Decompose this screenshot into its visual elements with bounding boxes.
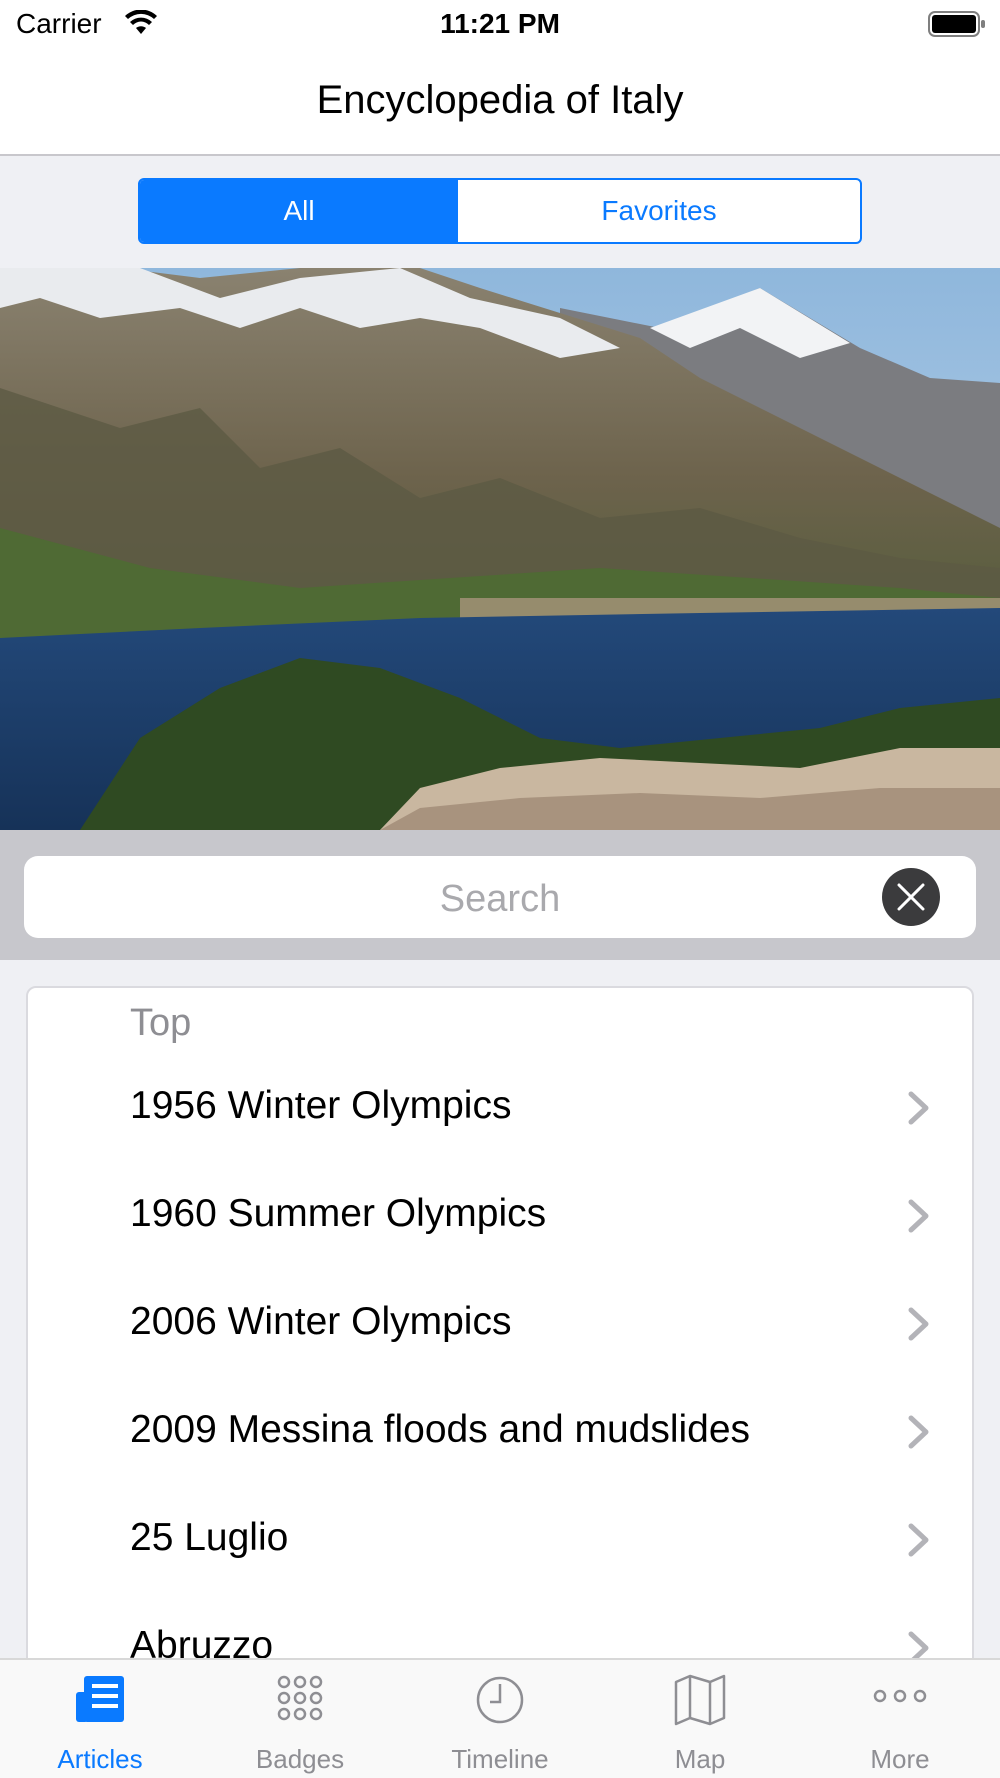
list-item-label: 1956 Winter Olympics [130,1084,512,1127]
battery-icon [928,11,985,37]
segment-all[interactable]: All [140,180,458,242]
page-title: Encyclopedia of Italy [316,78,684,122]
status-bar: Carrier 11:21 PM [0,0,1000,50]
filter-segmented-control[interactable]: All Favorites [138,178,862,244]
tab-map[interactable]: Map [600,1660,800,1778]
newspaper-icon [76,1676,124,1722]
tab-timeline[interactable]: Timeline [400,1660,600,1778]
section-header: Top [130,1002,192,1044]
list-item[interactable]: 2006 Winter Olympics [28,1270,972,1378]
list-background: Top 1956 Winter Olympics 1960 Summer Oly… [0,960,1000,1686]
segment-favorites[interactable]: Favorites [458,180,860,242]
clock-icon [476,1676,524,1724]
list-item-label: 1960 Summer Olympics [130,1192,547,1235]
list-item[interactable]: 1960 Summer Olympics [28,1162,972,1270]
list-item-label: 25 Luglio [130,1516,289,1559]
chevron-right-icon [908,1523,929,1557]
chevron-right-icon [908,1415,929,1449]
tab-label: More [870,1744,930,1774]
map-icon [674,1674,726,1726]
tab-label: Map [674,1744,726,1774]
clear-search-button[interactable] [882,868,940,926]
navigation-bar: Encyclopedia of Italy [0,50,1000,156]
chevron-right-icon [908,1199,929,1233]
chevron-right-icon [908,1307,929,1341]
search-bar-area: Search [0,830,1000,960]
list-item[interactable]: 1956 Winter Olympics [28,1054,972,1162]
grid-dots-icon [277,1675,323,1721]
hero-image [0,268,1000,830]
tab-label: Badges [255,1744,345,1774]
search-input[interactable]: Search [24,856,976,938]
search-placeholder: Search [439,878,561,920]
tab-bar: Articles Badges Timeline Map More [0,1658,1000,1778]
list-item-label: 2009 Messina floods and mudslides [130,1408,751,1451]
tab-label: Timeline [451,1744,549,1774]
tab-badges[interactable]: Badges [200,1660,400,1778]
tab-articles[interactable]: Articles [0,1660,200,1778]
list-item-label: 2006 Winter Olympics [130,1300,512,1343]
lake-mountain-photo [0,268,1000,830]
close-icon [897,883,925,911]
tab-more[interactable]: More [800,1660,1000,1778]
list-item[interactable]: 25 Luglio [28,1486,972,1594]
tab-label: Articles [57,1744,143,1774]
article-list: Top 1956 Winter Olympics 1960 Summer Oly… [26,986,974,1686]
segment-area: All Favorites [0,156,1000,268]
ellipsis-icon [873,1689,927,1703]
list-item[interactable]: 2009 Messina floods and mudslides [28,1378,972,1486]
chevron-right-icon [908,1091,929,1125]
status-time: 11:21 PM [440,8,560,39]
